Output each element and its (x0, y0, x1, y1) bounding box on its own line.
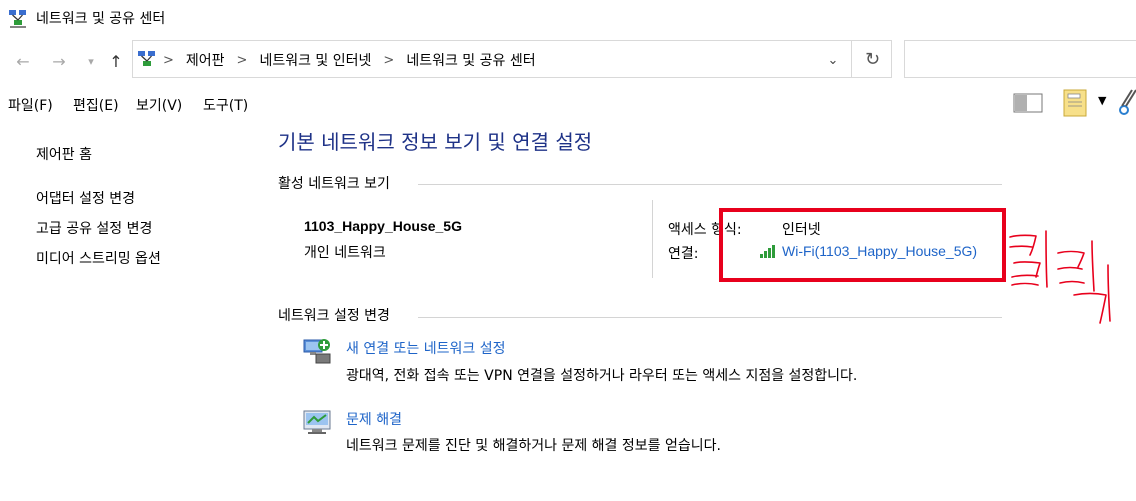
section-heading-change-settings: 네트워크 설정 변경 (278, 308, 390, 324)
network-type: 개인 네트워크 (304, 245, 386, 261)
section-divider (418, 184, 1002, 185)
address-bar[interactable]: > 제어판 > 네트워크 및 인터넷 > 네트워크 및 공유 센터 ⌄ ↻ (132, 40, 892, 78)
troubleshoot-link[interactable]: 문제 해결 (346, 409, 402, 429)
menu-tools[interactable]: 도구(T) (203, 95, 248, 115)
troubleshoot-description: 네트워크 문제를 진단 및 해결하거나 문제 해결 정보를 얻습니다. (346, 438, 721, 454)
connection-label: 연결: (668, 246, 699, 262)
pane-layout-icon[interactable] (1013, 92, 1043, 114)
new-connection-link[interactable]: 새 연결 또는 네트워크 설정 (346, 338, 505, 358)
address-dropdown-chevron-icon[interactable]: ⌄ (823, 50, 843, 70)
red-highlight-box (719, 208, 1006, 282)
new-connection-description: 광대역, 전화 접속 또는 VPN 연결을 설정하거나 라우터 또는 액세스 지… (346, 368, 858, 384)
new-connection-icon (303, 339, 331, 364)
handwritten-click-annotation (1009, 230, 1111, 324)
title-bar: 네트워크 및 공유 센터 (0, 0, 1136, 36)
toolbar-dropdown-icon[interactable]: ▼ (1098, 94, 1106, 107)
refresh-icon[interactable]: ↻ (851, 40, 893, 78)
troubleshoot-icon (303, 410, 331, 434)
breadcrumb-item-network-internet[interactable]: 네트워크 및 인터넷 (259, 50, 371, 70)
recent-locations-chevron-icon[interactable]: ▾ (80, 50, 102, 72)
menu-edit[interactable]: 편집(E) (73, 95, 119, 115)
breadcrumb-item-control-panel[interactable]: 제어판 (186, 50, 225, 70)
menu-file[interactable]: 파일(F) (8, 95, 53, 115)
breadcrumb-separator-icon: > (163, 52, 174, 68)
window-title: 네트워크 및 공유 센터 (36, 11, 166, 27)
search-input[interactable] (904, 40, 1136, 78)
breadcrumb-item-network-sharing-center[interactable]: 네트워크 및 공유 센터 (406, 50, 535, 70)
control-panel-icon (138, 51, 155, 66)
breadcrumb: > 제어판 > 네트워크 및 인터넷 > 네트워크 및 공유 센터 (163, 50, 536, 70)
scissors-icon[interactable] (1118, 88, 1136, 116)
menu-view[interactable]: 보기(V) (136, 95, 182, 115)
navigation-bar: ← → ▾ ↑ > 제어판 > 네트워크 및 인터넷 > 네트워크 및 공유 센… (0, 38, 1136, 82)
forward-arrow-icon[interactable]: → (48, 50, 70, 72)
page-title: 기본 네트워크 정보 보기 및 연결 설정 (278, 130, 593, 154)
vertical-divider (652, 200, 653, 278)
menu-bar: 파일(F) 편집(E) 보기(V) 도구(T) ▼ (0, 89, 1136, 120)
breadcrumb-separator-icon: > (236, 52, 248, 68)
sidebar-item-control-panel-home[interactable]: 제어판 홈 (36, 144, 92, 164)
sidebar-item-adapter-settings[interactable]: 어댑터 설정 변경 (36, 188, 135, 208)
section-heading-active-networks: 활성 네트워크 보기 (278, 176, 390, 192)
network-name: 1103_Happy_House_5G (304, 218, 462, 234)
sidebar-item-advanced-sharing[interactable]: 고급 공유 설정 변경 (36, 218, 152, 238)
back-arrow-icon[interactable]: ← (12, 50, 34, 72)
sidebar-item-media-streaming[interactable]: 미디어 스트리밍 옵션 (36, 248, 161, 268)
properties-note-icon[interactable] (1060, 88, 1090, 118)
network-center-icon (9, 10, 26, 28)
up-arrow-icon[interactable]: ↑ (105, 50, 127, 72)
breadcrumb-separator-icon: > (383, 52, 395, 68)
section-divider (418, 317, 1002, 318)
